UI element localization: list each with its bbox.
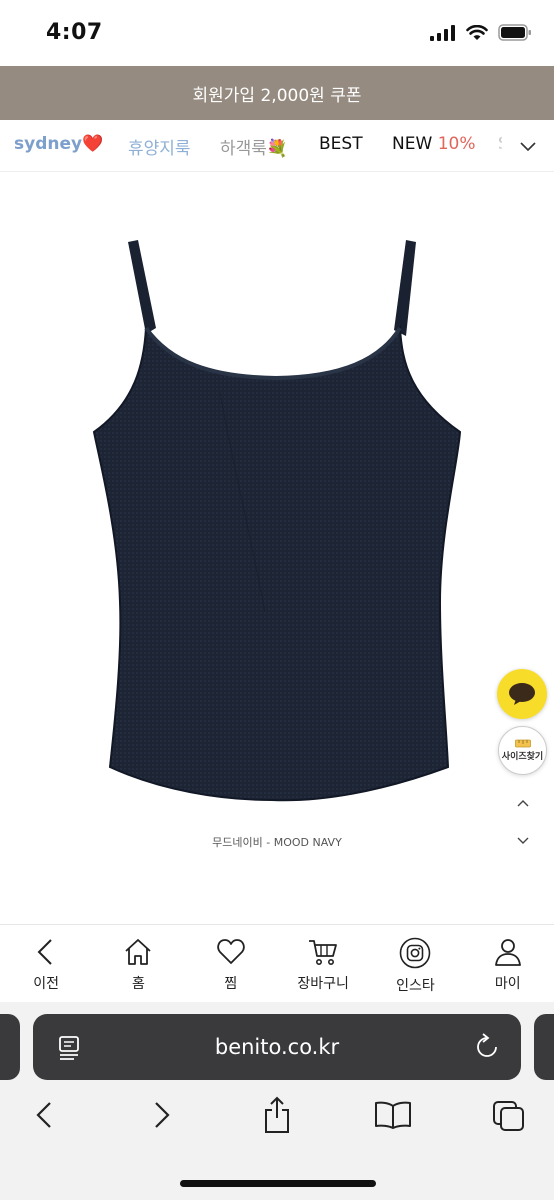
- nav-mypage[interactable]: 마이: [462, 925, 554, 1002]
- battery-icon: [498, 24, 531, 41]
- kakao-chat-button[interactable]: [497, 669, 547, 719]
- chat-bubble-icon: [509, 683, 535, 705]
- browser-back-icon[interactable]: [32, 1100, 56, 1130]
- address-bar[interactable]: benito.co.kr: [33, 1014, 521, 1080]
- back-arrow-icon: [37, 939, 52, 965]
- person-icon: [494, 939, 521, 966]
- nav-wishlist[interactable]: 찜: [185, 925, 277, 1002]
- cart-icon: [309, 940, 338, 965]
- browser-chrome: benito.co.kr: [0, 1002, 554, 1200]
- heart-icon: [217, 939, 245, 964]
- browser-toolbar: [0, 1096, 554, 1146]
- instagram-icon: [400, 937, 431, 969]
- ruler-icon: [514, 739, 531, 748]
- bouquet-emoji-icon: 💐: [266, 139, 289, 159]
- expand-categories-button[interactable]: [502, 120, 554, 171]
- reload-icon[interactable]: [451, 1032, 521, 1062]
- scroll-bottom-icon[interactable]: [512, 834, 534, 848]
- product-color-caption: 무드네이비 - MOOD NAVY: [212, 836, 342, 849]
- bookmarks-icon[interactable]: [374, 1100, 412, 1130]
- size-finder-button[interactable]: 사이즈찾기: [498, 726, 547, 775]
- status-icons: [430, 24, 532, 41]
- tabs-icon[interactable]: [492, 1100, 526, 1132]
- scroll-top-icon[interactable]: [512, 796, 534, 810]
- category-nav: sydney❤️ 휴양지룩 하객룩💐 BEST NEW 10% S: [0, 120, 554, 172]
- previous-tab-peek[interactable]: [0, 1014, 20, 1080]
- category-sydney[interactable]: sydney❤️: [14, 134, 103, 154]
- nav-cart[interactable]: 장바구니: [277, 925, 369, 1002]
- next-tab-peek[interactable]: [534, 1014, 554, 1080]
- new-discount-badge: 10%: [437, 134, 476, 154]
- nav-home[interactable]: 홈: [92, 925, 184, 1002]
- wifi-icon: [466, 24, 488, 40]
- home-indicator: [180, 1180, 376, 1187]
- category-resort-look[interactable]: 휴양지룩: [128, 134, 191, 159]
- nav-back[interactable]: 이전: [0, 925, 92, 1002]
- category-best[interactable]: BEST: [319, 134, 363, 154]
- category-new[interactable]: NEW 10%: [392, 134, 475, 154]
- size-finder-label: 사이즈찾기: [501, 752, 544, 762]
- browser-forward-icon[interactable]: [150, 1100, 174, 1130]
- signal-icon: [430, 24, 455, 41]
- camisole-image: [92, 240, 462, 802]
- share-icon[interactable]: [262, 1096, 292, 1134]
- heart-emoji-icon: ❤️: [82, 134, 104, 154]
- category-guest-look[interactable]: 하객룩💐: [220, 134, 288, 159]
- chevron-down-icon: [520, 142, 536, 152]
- signup-coupon-banner[interactable]: 회원가입 2,000원 쿠폰: [0, 66, 554, 120]
- promo-text: 회원가입 2,000원 쿠폰: [192, 85, 362, 106]
- page-menu-icon[interactable]: [33, 1032, 103, 1062]
- product-image-area: 무드네이비 - MOOD NAVY: [0, 172, 554, 924]
- nav-instagram[interactable]: 인스타: [369, 925, 461, 1002]
- bottom-nav: 이전 홈 찜 장바구니 인스타 마이: [0, 924, 554, 1002]
- url-text: benito.co.kr: [214, 1035, 340, 1059]
- home-icon: [125, 939, 152, 965]
- status-time: 4:07: [46, 20, 103, 45]
- status-bar: 4:07: [0, 0, 554, 66]
